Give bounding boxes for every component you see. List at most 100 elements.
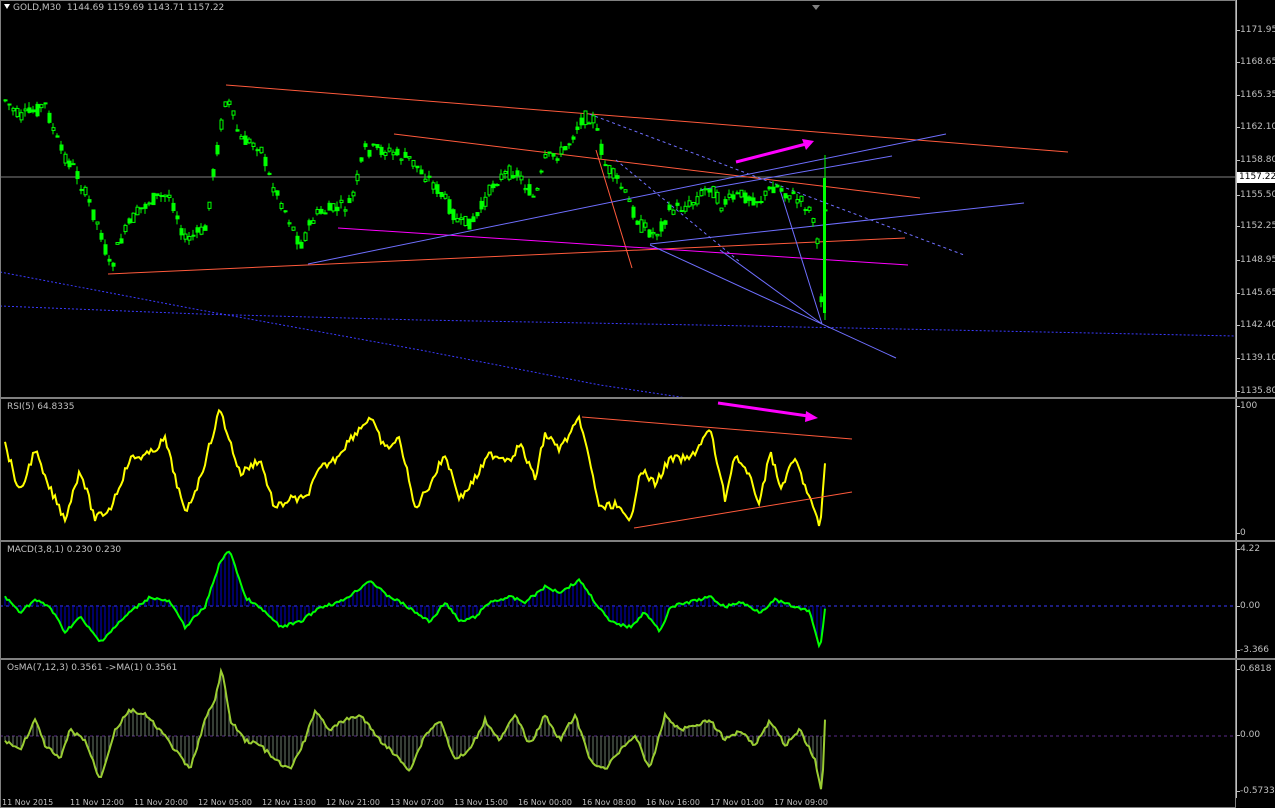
candle-body: [447, 199, 452, 214]
rsi-plot-area[interactable]: RSI(5) 64.8335: [0, 399, 1236, 540]
price-plot-area[interactable]: GOLD,M30 1144.69 1159.69 1143.71 1157.22: [0, 0, 1236, 397]
time-label: 16 Nov 00:00: [518, 798, 572, 807]
candle-body: [295, 235, 300, 245]
candle-body: [363, 143, 368, 148]
macd-plot-area[interactable]: MACD(3,8,1) 0.230 0.230: [0, 542, 1236, 658]
candle-body: [643, 222, 648, 228]
candle-body: [251, 142, 256, 148]
candle-body: [235, 129, 240, 132]
price-tick: 1162.10: [1236, 122, 1275, 132]
rsi-line: [4, 408, 826, 527]
candle-body: [535, 188, 540, 191]
price-axis[interactable]: 1171.95 1168.65 1165.35 1162.10 1158.80 …: [1236, 0, 1275, 397]
candle-body: [759, 201, 764, 204]
candle-body: [479, 200, 484, 210]
osma-line: [4, 667, 826, 790]
candle-body: [243, 135, 248, 145]
rsi-tick-100: 100: [1236, 401, 1258, 411]
time-label: 11 Nov 2015: [2, 798, 54, 807]
candle-body: [311, 220, 316, 224]
candle-body: [515, 170, 520, 177]
candle-body: [95, 221, 100, 225]
candle-body: [103, 244, 108, 255]
candle-body: [55, 135, 60, 138]
candlesticks: [3, 98, 828, 320]
macd-signal-line: [4, 550, 826, 649]
macd-tick-zero: 0.00: [1236, 601, 1261, 611]
candle-body: [615, 175, 620, 179]
candle-body: [83, 186, 88, 196]
candle-body: [111, 262, 116, 267]
candle-body: [823, 178, 826, 313]
chart-shift-marker-icon[interactable]: [812, 5, 820, 10]
candle-body: [459, 217, 464, 221]
candle-body: [591, 115, 596, 124]
candle-body: [747, 196, 752, 201]
price-tick: 1139.10: [1236, 353, 1275, 363]
trendline: [225, 84, 1069, 153]
time-axis[interactable]: 11 Nov 2015 11 Nov 12:00 11 Nov 20:00 12…: [0, 798, 1236, 808]
osma-chart: [0, 667, 1236, 790]
divergence-arrow: [717, 401, 809, 418]
candle-body: [411, 159, 416, 167]
candle-body: [123, 224, 128, 233]
trendline-dashed: [583, 111, 965, 256]
candle-body: [183, 233, 188, 240]
macd-axis[interactable]: 4.22 0.00 -3.366: [1236, 542, 1275, 658]
candle-body: [775, 184, 780, 188]
candle-body: [655, 233, 660, 237]
candle-body: [23, 108, 28, 112]
candle-body: [383, 151, 388, 156]
candle-body: [75, 171, 80, 180]
candle-body: [51, 127, 56, 131]
candle-body: [819, 296, 824, 303]
candle-body: [579, 117, 584, 126]
candle-body: [415, 165, 420, 169]
price-tick: 1145.65: [1236, 288, 1275, 298]
candle-body: [323, 212, 328, 215]
candle-body: [695, 196, 700, 205]
price-chart-pane[interactable]: GOLD,M30 1144.69 1159.69 1143.71 1157.22…: [0, 0, 1275, 397]
osma-plot-area[interactable]: OsMA(7,12,3) 0.3561 ->MA(1) 0.3561: [0, 660, 1236, 798]
candle-body: [3, 99, 8, 102]
candle-body: [147, 202, 152, 205]
candle-body: [683, 205, 688, 212]
candle-body: [231, 110, 236, 116]
osma-axis[interactable]: 0.6818 0.00 -0.5733: [1236, 660, 1275, 798]
candle-body: [11, 107, 16, 112]
osma-pane[interactable]: OsMA(7,12,3) 0.3561 ->MA(1) 0.3561 0.681…: [0, 660, 1275, 798]
candle-body: [631, 206, 636, 218]
candle-body: [583, 110, 588, 126]
candle-body: [215, 144, 220, 155]
candle-body: [743, 192, 748, 204]
candle-body: [811, 218, 816, 223]
candle-body: [603, 164, 608, 167]
candle-body: [623, 189, 628, 193]
price-chart[interactable]: [0, 0, 1236, 397]
dropdown-triangle-icon[interactable]: [4, 4, 10, 9]
candle-body: [791, 191, 796, 195]
price-tick: 1168.65: [1236, 57, 1275, 67]
candle-body: [687, 200, 692, 207]
candle-body: [167, 194, 172, 199]
candle-body: [299, 241, 304, 249]
time-label: 17 Nov 01:00: [710, 798, 764, 807]
candle-body: [439, 191, 444, 197]
candle-body: [43, 102, 48, 105]
candle-body: [199, 226, 204, 235]
candle-body: [155, 193, 160, 197]
candle-body: [331, 203, 336, 212]
candle-body: [387, 147, 392, 152]
candle-body: [35, 103, 40, 117]
candle-body: [815, 238, 820, 245]
candle-body: [255, 149, 260, 152]
candle-body: [71, 163, 76, 166]
rsi-axis[interactable]: 100 0: [1236, 399, 1275, 540]
macd-chart: [0, 550, 1236, 649]
trendline: [107, 237, 906, 275]
candle-body: [751, 197, 756, 206]
price-tick: 1148.95: [1236, 255, 1275, 265]
rsi-pane[interactable]: RSI(5) 64.8335 100 0: [0, 399, 1275, 540]
trendline: [595, 149, 633, 269]
macd-pane[interactable]: MACD(3,8,1) 0.230 0.230 4.22 0.00 -3.366: [0, 542, 1275, 658]
